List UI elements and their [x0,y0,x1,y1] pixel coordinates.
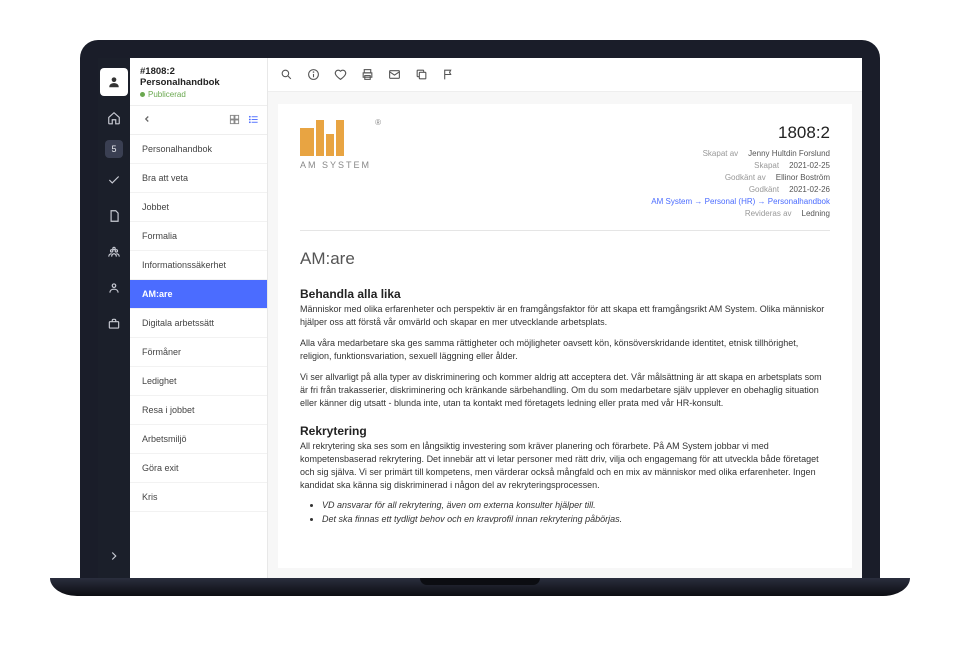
meta-row: Skapat2021-02-25 [651,160,830,172]
brand-name: AM SYSTEM [300,160,371,170]
flag-icon[interactable] [442,68,455,81]
search-icon[interactable] [280,68,293,81]
rail-group-icon[interactable] [100,238,128,266]
sidebar-item[interactable]: Resa i jobbet [130,396,267,425]
sidebar-item[interactable]: Förmåner [130,338,267,367]
sidebar-item[interactable]: Jobbet [130,193,267,222]
doc-heading-h1: AM:are [300,249,830,269]
sidebar-item[interactable]: Kris [130,483,267,512]
mail-icon[interactable] [388,68,401,81]
body-paragraph: Människor med olika erfarenheter och per… [300,303,830,329]
meta-row[interactable]: AM System → Personal (HR) → Personalhand… [651,196,830,208]
sidebar-item[interactable]: Ledighet [130,367,267,396]
content-toolbar [268,58,862,92]
sidebar-item[interactable]: Göra exit [130,454,267,483]
favorite-icon[interactable] [334,68,347,81]
body-paragraph: Vi ser allvarligt på alla typer av diskr… [300,371,830,410]
brand-logo: ® AM SYSTEM [300,120,371,220]
content-area: ® AM SYSTEM 1808:2 Skapat avJenny Hultdi… [268,58,862,580]
body-list-item: Det ska finnas ett tydligt behov och en … [322,514,830,524]
sidebar-item[interactable]: Formalia [130,222,267,251]
body-list-item: VD ansvarar för all rekrytering, även om… [322,500,830,510]
sidebar-item[interactable]: AM:are [130,280,267,309]
sidebar-item[interactable]: Personalhandbok [130,135,267,164]
document-body: ® AM SYSTEM 1808:2 Skapat avJenny Hultdi… [278,104,852,568]
app-screen: 5 [98,58,862,580]
doc-metadata: 1808:2 Skapat avJenny Hultdin ForslundSk… [651,120,830,220]
rail-check-icon[interactable] [100,166,128,194]
doc-status: Publicerad [140,90,257,99]
rail-home-icon[interactable] [100,104,128,132]
meta-row: Skapat avJenny Hultdin Forslund [651,148,830,160]
info-icon[interactable] [307,68,320,81]
rail-briefcase-icon[interactable] [100,310,128,338]
nav-back-button[interactable] [138,112,156,128]
meta-row: Godkänt avEllinor Boström [651,172,830,184]
sidebar-panel: #1808:2 Personalhandbok Publicerad [130,58,268,580]
left-nav-rail: 5 [98,58,130,580]
body-paragraph: Alla våra medarbetare ska ges samma rätt… [300,337,830,363]
rail-document-icon[interactable] [100,202,128,230]
sidebar-item[interactable]: Informationssäkerhet [130,251,267,280]
view-list-icon[interactable] [248,114,259,127]
copy-icon[interactable] [415,68,428,81]
section-title: Rekrytering [300,424,830,438]
meta-row: Godkänt2021-02-26 [651,184,830,196]
sidebar-item[interactable]: Bra att veta [130,164,267,193]
print-icon[interactable] [361,68,374,81]
sidebar-item[interactable]: Arbetsmiljö [130,425,267,454]
doc-title-sidebar: #1808:2 Personalhandbok [140,66,257,88]
sidebar-item[interactable]: Digitala arbetssätt [130,309,267,338]
section-title: Behandla alla lika [300,287,830,301]
doc-id: 1808:2 [651,120,830,146]
meta-row: Revideras avLedning [651,208,830,220]
rail-user-icon[interactable] [100,274,128,302]
sidebar-nav-list: PersonalhandbokBra att vetaJobbetFormali… [130,135,267,580]
body-paragraph: All rekrytering ska ses som en långsikti… [300,440,830,492]
rail-expand-icon[interactable] [100,542,128,570]
view-grid-icon[interactable] [229,114,240,127]
rail-notification-badge[interactable]: 5 [105,140,123,158]
rail-profile-icon[interactable] [100,68,128,96]
